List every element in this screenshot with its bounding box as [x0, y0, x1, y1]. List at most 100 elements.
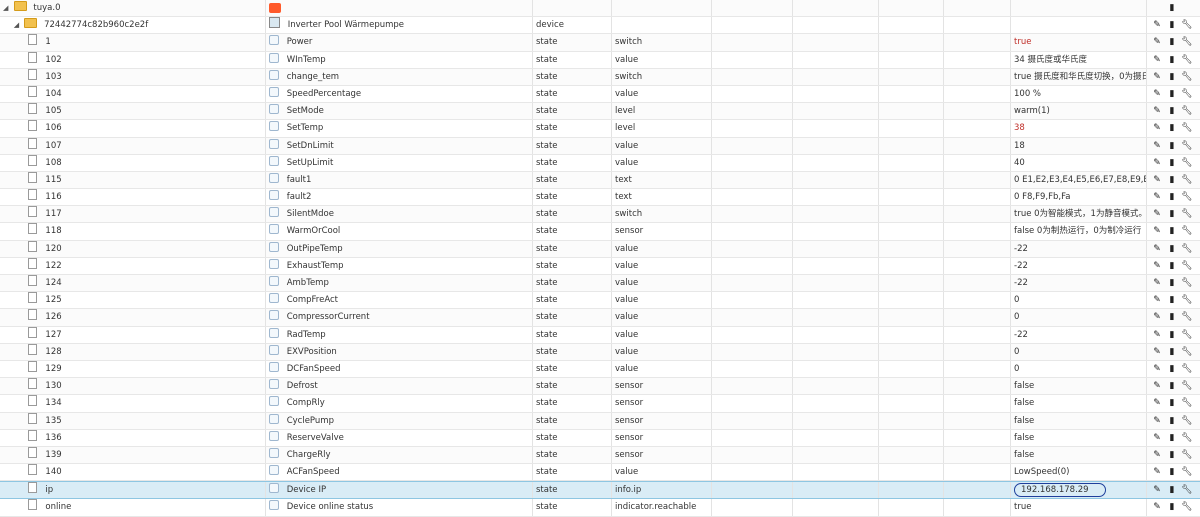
state-value-cell[interactable]: true 摄氏度和华氏度切换，0为摄氏	[1010, 68, 1146, 85]
state-value-cell[interactable]: false	[1010, 446, 1146, 464]
wrench-icon[interactable]: 🔧︎	[1181, 120, 1193, 136]
trash-icon[interactable]: ▮	[1166, 172, 1178, 188]
table-row-108[interactable]: 108 SetUpLimit state value 40 ✎ ▮ 🔧︎	[0, 154, 1200, 172]
state-id-cell[interactable]: 135	[0, 412, 265, 429]
table-row-122[interactable]: 122 ExhaustTemp state value -22 ✎ ▮ 🔧︎	[0, 257, 1200, 275]
tree-row-device[interactable]: ◢ 72442774c82b960c2e2f Inverter Pool Wär…	[0, 17, 1200, 35]
table-row-118[interactable]: 118 WarmOrCool state sensor false 0为制热运行…	[0, 223, 1200, 241]
state-id-cell[interactable]: 128	[0, 343, 265, 360]
wrench-icon[interactable]: 🔧︎	[1181, 309, 1193, 325]
wrench-icon[interactable]: 🔧︎	[1181, 464, 1193, 480]
pencil-icon[interactable]: ✎	[1151, 430, 1163, 446]
state-value-cell[interactable]: 0	[1010, 292, 1146, 309]
state-id-cell[interactable]: 106	[0, 120, 265, 136]
state-id-cell[interactable]: 136	[0, 429, 265, 446]
table-row-120[interactable]: 120 OutPipeTemp state value -22 ✎ ▮ 🔧︎	[0, 240, 1200, 258]
pencil-icon[interactable]: ✎	[1151, 413, 1163, 429]
pencil-icon[interactable]: ✎	[1151, 52, 1163, 68]
expand-toggle-icon[interactable]: ◢	[14, 17, 22, 33]
state-value-cell[interactable]: 38	[1010, 120, 1146, 137]
pencil-icon[interactable]: ✎	[1151, 344, 1163, 360]
state-id-cell[interactable]: 1	[0, 34, 265, 50]
state-id-cell[interactable]: 139	[0, 446, 265, 463]
table-row-103[interactable]: 103 change_tem state switch true 摄氏度和华氏度…	[0, 68, 1200, 86]
trash-icon[interactable]: ▮	[1166, 34, 1178, 50]
pencil-icon[interactable]: ✎	[1151, 189, 1163, 205]
state-value-cell[interactable]: 40	[1010, 154, 1146, 171]
trash-icon[interactable]: ▮	[1166, 120, 1178, 136]
expand-toggle-icon[interactable]: ◢	[3, 0, 11, 16]
state-value-cell[interactable]: 18	[1010, 137, 1146, 154]
wrench-icon[interactable]: 🔧︎	[1181, 172, 1193, 188]
state-id-cell[interactable]: 103	[0, 68, 265, 85]
state-id-cell[interactable]: 124	[0, 275, 265, 291]
table-row-128[interactable]: 128 EXVPosition state value 0 ✎ ▮ 🔧︎	[0, 343, 1200, 361]
trash-icon[interactable]: ▮	[1166, 292, 1178, 308]
wrench-icon[interactable]: 🔧︎	[1181, 395, 1193, 411]
state-id-cell[interactable]: 129	[0, 360, 265, 377]
wrench-icon[interactable]: 🔧︎	[1181, 361, 1193, 377]
state-id-cell[interactable]: 116	[0, 189, 265, 205]
wrench-icon[interactable]: 🔧︎	[1181, 430, 1193, 446]
table-row-116[interactable]: 116 fault2 state text 0 F8,F9,Fb,Fa ✎ ▮ 🔧︎	[0, 189, 1200, 207]
wrench-icon[interactable]: 🔧︎	[1181, 189, 1193, 205]
table-row-127[interactable]: 127 RadTemp state value -22 ✎ ▮ 🔧︎	[0, 326, 1200, 344]
pencil-icon[interactable]: ✎	[1151, 138, 1163, 154]
wrench-icon[interactable]: 🔧︎	[1181, 499, 1193, 515]
trash-icon[interactable]: ▮	[1166, 395, 1178, 411]
state-id-cell[interactable]: 104	[0, 85, 265, 102]
wrench-icon[interactable]: 🔧︎	[1181, 241, 1193, 257]
wrench-icon[interactable]: 🔧︎	[1181, 292, 1193, 308]
pencil-icon[interactable]: ✎	[1151, 69, 1163, 85]
pencil-icon[interactable]: ✎	[1151, 275, 1163, 291]
trash-icon[interactable]: ▮	[1166, 361, 1178, 377]
pencil-icon[interactable]: ✎	[1151, 482, 1163, 498]
state-id-cell[interactable]: 115	[0, 171, 265, 188]
table-row-126[interactable]: 126 CompressorCurrent state value 0 ✎ ▮ 🔧︎	[0, 309, 1200, 327]
state-value-cell[interactable]: 0 F8,F9,Fb,Fa	[1010, 189, 1146, 206]
state-id-cell[interactable]: 134	[0, 395, 265, 411]
device-id-cell[interactable]: ◢ 72442774c82b960c2e2f	[0, 17, 265, 33]
table-row-140[interactable]: 140 ACFanSpeed state value LowSpeed(0) ✎…	[0, 464, 1200, 482]
wrench-icon[interactable]: 🔧︎	[1181, 138, 1193, 154]
trash-icon[interactable]: ▮	[1166, 206, 1178, 222]
wrench-icon[interactable]: 🔧︎	[1181, 378, 1193, 394]
state-value-cell[interactable]: false	[1010, 378, 1146, 395]
state-id-cell[interactable]: 125	[0, 292, 265, 308]
pencil-icon[interactable]: ✎	[1151, 34, 1163, 50]
tree-row-root[interactable]: ◢ tuya.0 ▮	[0, 0, 1200, 18]
pencil-icon[interactable]: ✎	[1151, 172, 1163, 188]
table-row-125[interactable]: 125 CompFreAct state value 0 ✎ ▮ 🔧︎	[0, 292, 1200, 310]
trash-icon[interactable]: ▮	[1166, 0, 1178, 16]
pencil-icon[interactable]: ✎	[1151, 103, 1163, 119]
trash-icon[interactable]: ▮	[1166, 309, 1178, 325]
pencil-icon[interactable]: ✎	[1151, 447, 1163, 463]
state-value-cell[interactable]: warm(1)	[1010, 103, 1146, 120]
state-value-cell[interactable]: -22	[1010, 275, 1146, 292]
trash-icon[interactable]: ▮	[1166, 69, 1178, 85]
wrench-icon[interactable]: 🔧︎	[1181, 155, 1193, 171]
table-row-136[interactable]: 136 ReserveValve state sensor false ✎ ▮ 🔧︎	[0, 429, 1200, 447]
state-value-cell[interactable]: 34 摄氏度或华氏度	[1010, 51, 1146, 68]
table-row-139[interactable]: 139 ChargeRly state sensor false ✎ ▮ 🔧︎	[0, 446, 1200, 465]
state-id-cell[interactable]: 118	[0, 223, 265, 239]
pencil-icon[interactable]: ✎	[1151, 378, 1163, 394]
wrench-icon[interactable]: 🔧︎	[1181, 413, 1193, 429]
pencil-icon[interactable]: ✎	[1151, 309, 1163, 325]
trash-icon[interactable]: ▮	[1166, 241, 1178, 257]
state-value-cell[interactable]: 192.168.178.29	[1010, 482, 1146, 499]
trash-icon[interactable]: ▮	[1166, 378, 1178, 394]
state-value-cell[interactable]: 0	[1010, 343, 1146, 360]
state-id-cell[interactable]: ip	[0, 482, 265, 498]
state-id-cell[interactable]: 108	[0, 154, 265, 171]
wrench-icon[interactable]: 🔧︎	[1181, 206, 1193, 222]
trash-icon[interactable]: ▮	[1166, 155, 1178, 171]
table-row-135[interactable]: 135 CyclePump state sensor false ✎ ▮ 🔧︎	[0, 412, 1200, 430]
table-row-124[interactable]: 124 AmbTemp state value -22 ✎ ▮ 🔧︎	[0, 275, 1200, 293]
trash-icon[interactable]: ▮	[1166, 464, 1178, 480]
state-id-cell[interactable]: 127	[0, 326, 265, 343]
wrench-icon[interactable]: 🔧︎	[1181, 69, 1193, 85]
table-row-130[interactable]: 130 Defrost state sensor false ✎ ▮ 🔧︎	[0, 378, 1200, 396]
trash-icon[interactable]: ▮	[1166, 430, 1178, 446]
wrench-icon[interactable]: 🔧︎	[1181, 52, 1193, 68]
